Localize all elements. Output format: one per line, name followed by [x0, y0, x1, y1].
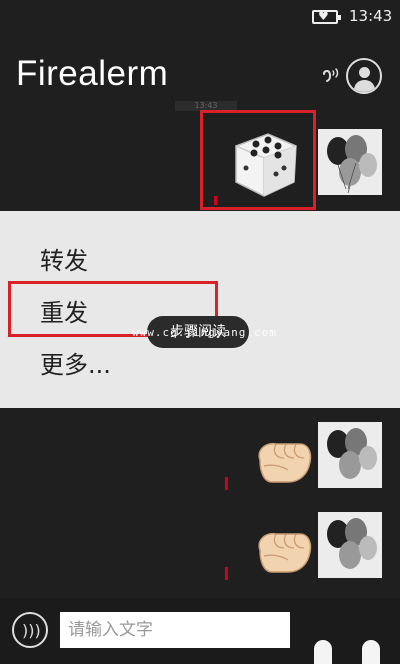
fist-emoji[interactable] [252, 526, 314, 576]
avatar[interactable] [318, 129, 382, 195]
send-failed-indicator[interactable] [225, 567, 228, 580]
decoration [362, 640, 380, 664]
avatar[interactable] [318, 512, 382, 578]
status-time: 13:43 [349, 7, 393, 25]
input-bar: ))) [0, 598, 400, 664]
hearing-icon[interactable] [320, 64, 342, 86]
fist-emoji[interactable] [252, 436, 314, 486]
decoration [314, 640, 332, 664]
context-menu: 转发 重发 更多... [0, 211, 400, 408]
status-bar: ♥ 13:43 [0, 0, 400, 34]
avatar[interactable] [318, 422, 382, 488]
voice-input-button[interactable]: ))) [12, 612, 48, 648]
person-icon [359, 67, 370, 78]
menu-item-more[interactable]: 更多... [40, 345, 111, 380]
battery-heart-icon: ♥ [312, 9, 341, 24]
highlight-box [200, 110, 316, 210]
chat-screen: ♥ 13:43 Firealerm 13:43 转发 重发 更多... 步骤阅读… [0, 0, 400, 664]
voice-wave-icon: ))) [22, 621, 41, 640]
watermark: www.cq.jingyang.com [132, 326, 277, 339]
profile-button[interactable] [346, 58, 382, 94]
send-failed-indicator[interactable] [225, 477, 228, 490]
message-input[interactable] [60, 612, 290, 648]
menu-item-forward[interactable]: 转发 [40, 241, 88, 276]
contact-title[interactable]: Firealerm [16, 54, 168, 94]
